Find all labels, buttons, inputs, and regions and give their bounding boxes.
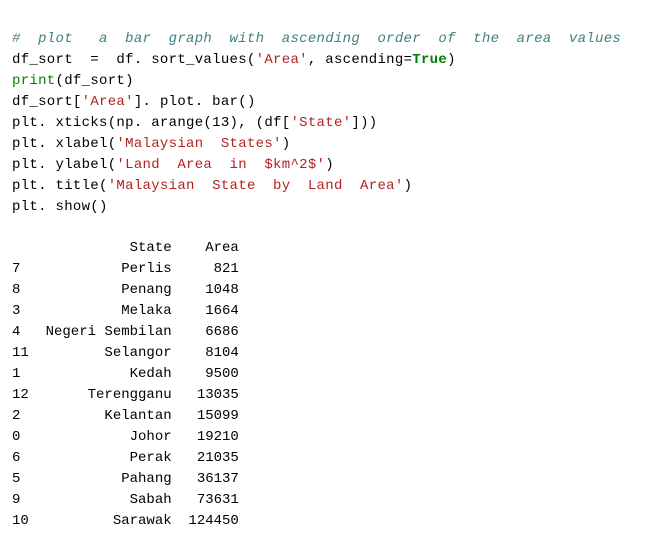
output-row: 3 Melaka 1664 xyxy=(12,303,239,319)
code-line-7a: plt. ylabel( xyxy=(12,157,116,173)
output-row: 9 Sabah 73631 xyxy=(12,492,239,508)
output-row: 12 Terengganu 13035 xyxy=(12,387,239,403)
code-line-5a: plt. xticks(np. arange(13), (df[ xyxy=(12,115,290,131)
code-string-state: 'State' xyxy=(290,115,351,131)
output-row: 1 Kedah 9500 xyxy=(12,366,239,382)
code-line-4b: ]. plot. bar() xyxy=(134,94,256,110)
code-line-6b: ) xyxy=(282,136,291,152)
code-line-2c: ) xyxy=(447,52,456,68)
output-row: 11 Selangor 8104 xyxy=(12,345,239,361)
code-string-area2: 'Area' xyxy=(82,94,134,110)
output-row: 2 Kelantan 15099 xyxy=(12,408,239,424)
code-line-5b: ])) xyxy=(351,115,377,131)
code-line-9: plt. show() xyxy=(12,199,108,215)
code-line-8a: plt. title( xyxy=(12,178,108,194)
code-string-ylabel: 'Land Area in $km^2$' xyxy=(116,157,325,173)
output-row: 10 Sarawak 124450 xyxy=(12,513,239,529)
code-line-6a: plt. xlabel( xyxy=(12,136,116,152)
code-print: print xyxy=(12,73,56,89)
output-row: 0 Johor 19210 xyxy=(12,429,239,445)
code-line-8b: ) xyxy=(404,178,413,194)
code-line-2b: , ascending= xyxy=(308,52,412,68)
code-comment: # plot a bar graph with ascending order … xyxy=(12,31,621,47)
code-cell: # plot a bar graph with ascending order … xyxy=(12,8,652,218)
code-string-area1: 'Area' xyxy=(256,52,308,68)
output-row: 7 Perlis 821 xyxy=(12,261,239,277)
output-row: 4 Negeri Sembilan 6686 xyxy=(12,324,239,340)
output-header: State Area xyxy=(12,240,239,256)
code-line-3a: (df_sort) xyxy=(56,73,134,89)
output-row: 8 Penang 1048 xyxy=(12,282,239,298)
output-row: 5 Pahang 36137 xyxy=(12,471,239,487)
code-true: True xyxy=(412,52,447,68)
code-line-7b: ) xyxy=(325,157,334,173)
code-string-title: 'Malaysian State by Land Area' xyxy=(108,178,404,194)
code-string-xlabel: 'Malaysian States' xyxy=(116,136,281,152)
output-row: 6 Perak 21035 xyxy=(12,450,239,466)
output-cell: State Area 7 Perlis 821 8 Penang 1048 3 … xyxy=(12,238,652,532)
code-line-2a: df_sort = df. sort_values( xyxy=(12,52,256,68)
code-line-4a: df_sort[ xyxy=(12,94,82,110)
